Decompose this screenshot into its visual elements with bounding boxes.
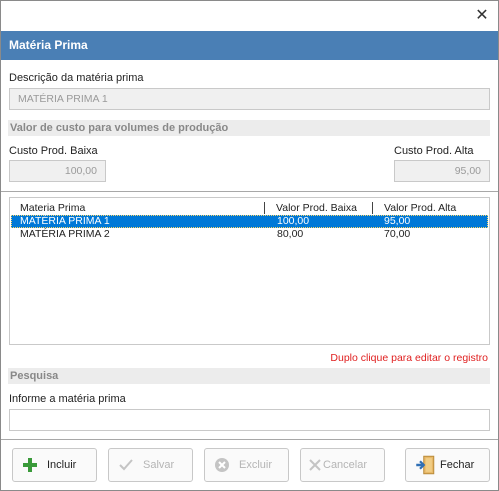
column-header-materia[interactable]: Materia Prima <box>18 202 85 214</box>
title-bar: ✕ <box>1 1 498 31</box>
salvar-button[interactable]: Salvar <box>108 448 193 482</box>
cell-baixa: 100,00 <box>277 215 310 227</box>
cell-alta: 70,00 <box>384 228 411 240</box>
cell-alta: 95,00 <box>384 215 411 227</box>
incluir-button[interactable]: Incluir <box>12 448 97 482</box>
cell-materia: MATÉRIA PRIMA 2 <box>20 228 110 240</box>
fechar-label: Fechar <box>440 459 475 471</box>
exit-door-icon <box>416 455 435 475</box>
column-divider <box>264 202 265 214</box>
cancelar-label: Cancelar <box>323 459 368 471</box>
search-input[interactable] <box>9 409 490 431</box>
grid-header: Materia Prima Valor Prod. Baixa Valor Pr… <box>10 202 489 214</box>
table-row[interactable]: MATÉRIA PRIMA 1 100,00 95,00 <box>11 215 488 228</box>
column-divider <box>372 202 373 214</box>
custo-baixa-field[interactable]: 100,00 <box>9 160 106 182</box>
custo-alta-field[interactable]: 95,00 <box>394 160 490 182</box>
custo-alta-label: Custo Prod. Alta <box>394 145 474 157</box>
cell-baixa: 80,00 <box>277 228 304 240</box>
plus-icon <box>23 458 37 472</box>
x-icon <box>309 459 321 471</box>
descricao-label: Descrição da matéria prima <box>9 72 144 84</box>
descricao-field[interactable]: MATÉRIA PRIMA 1 <box>9 88 490 110</box>
close-icon[interactable]: ✕ <box>472 6 492 26</box>
cancelar-button[interactable]: Cancelar <box>300 448 385 482</box>
fechar-button[interactable]: Fechar <box>405 448 490 482</box>
divider <box>1 191 498 192</box>
materia-grid[interactable]: Materia Prima Valor Prod. Baixa Valor Pr… <box>9 197 490 345</box>
divider <box>1 439 498 440</box>
edit-hint: Duplo clique para editar o registro <box>330 352 488 364</box>
cell-materia: MATÉRIA PRIMA 1 <box>20 215 110 227</box>
incluir-label: Incluir <box>47 459 77 471</box>
dialog-header: Matéria Prima <box>1 31 498 60</box>
salvar-label: Salvar <box>143 459 175 471</box>
table-row[interactable]: MATÉRIA PRIMA 2 80,00 70,00 <box>11 228 488 241</box>
custo-baixa-label: Custo Prod. Baixa <box>9 145 98 157</box>
search-section-title: Pesquisa <box>8 368 490 384</box>
check-icon <box>119 459 133 471</box>
column-header-alta[interactable]: Valor Prod. Alta <box>382 202 456 214</box>
custo-section-title: Valor de custo para volumes de produção <box>8 120 490 136</box>
column-header-baixa[interactable]: Valor Prod. Baixa <box>274 202 357 214</box>
excluir-label: Excluir <box>239 459 273 471</box>
search-label: Informe a matéria prima <box>9 393 126 405</box>
delete-circle-icon <box>215 458 229 472</box>
dialog-window: ✕ Matéria Prima Descrição da matéria pri… <box>0 0 499 491</box>
excluir-button[interactable]: Excluir <box>204 448 289 482</box>
